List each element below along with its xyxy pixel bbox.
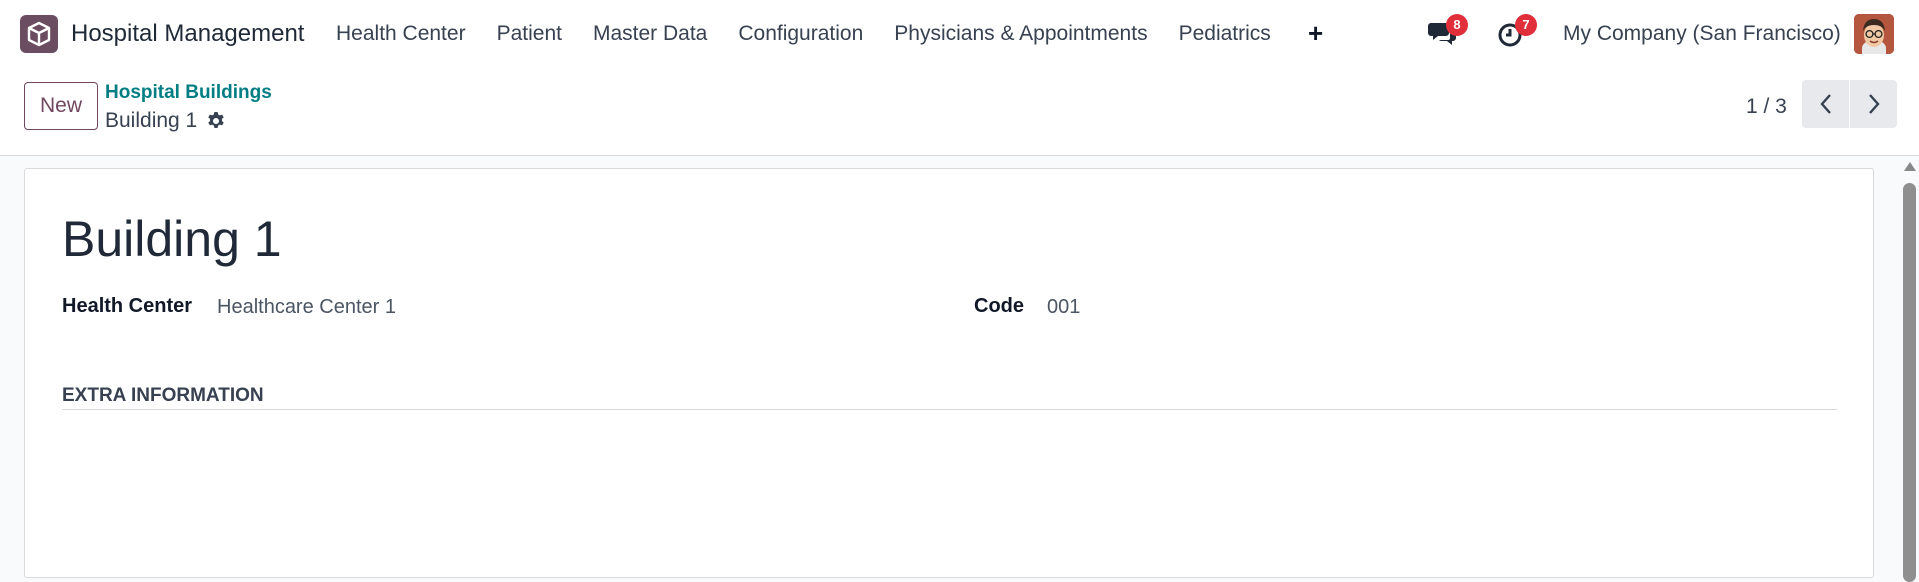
gear-icon[interactable]: [206, 111, 226, 131]
activities-badge: 7: [1515, 14, 1537, 36]
pager-previous-button[interactable]: [1802, 80, 1849, 128]
pager-value: 1 / 3: [1746, 95, 1787, 118]
avatar[interactable]: [1854, 14, 1894, 54]
app-name[interactable]: Hospital Management: [71, 20, 304, 48]
messages-button[interactable]: 8: [1428, 14, 1468, 50]
pager-next-button[interactable]: [1850, 80, 1897, 128]
activities-button[interactable]: 7: [1497, 14, 1537, 50]
form-sheet: Building 1 Health Center Healthcare Cent…: [24, 168, 1874, 578]
control-panel: New Hospital Buildings Building 1 1 / 3: [0, 68, 1919, 156]
chevron-right-icon: [1868, 94, 1880, 114]
extra-information-heading: EXTRA INFORMATION: [62, 385, 264, 406]
breadcrumb-current-record: Building 1: [105, 109, 198, 132]
menu-item-pediatrics[interactable]: Pediatrics: [1179, 20, 1271, 48]
new-button[interactable]: New: [24, 82, 98, 130]
plus-icon[interactable]: +: [1308, 20, 1323, 46]
company-switcher[interactable]: My Company (San Francisco): [1563, 21, 1841, 47]
menu-item-health-center[interactable]: Health Center: [336, 20, 466, 48]
cube-icon: [27, 21, 51, 47]
code-field[interactable]: 001: [1047, 294, 1080, 320]
chevron-left-icon: [1819, 94, 1831, 114]
top-navbar: Hospital Management Health Center Patien…: [0, 0, 1919, 68]
code-label: Code: [974, 295, 1024, 317]
menu-item-configuration[interactable]: Configuration: [738, 20, 863, 48]
main-menu: Health Center Patient Master Data Config…: [336, 20, 1302, 48]
section-divider: [62, 409, 1837, 410]
scroll-up-arrow-icon[interactable]: [1904, 162, 1916, 171]
menu-item-patient[interactable]: Patient: [497, 20, 562, 48]
breadcrumb-hospital-buildings[interactable]: Hospital Buildings: [105, 81, 272, 105]
user-avatar-icon: [1854, 14, 1894, 54]
menu-item-physicians-appointments[interactable]: Physicians & Appointments: [894, 20, 1147, 48]
vertical-scrollbar[interactable]: [1900, 158, 1919, 582]
menu-item-master-data[interactable]: Master Data: [593, 20, 707, 48]
scrollbar-thumb[interactable]: [1903, 183, 1916, 582]
record-title[interactable]: Building 1: [62, 209, 282, 269]
health-center-label: Health Center: [62, 295, 193, 317]
app-icon[interactable]: [20, 15, 58, 53]
health-center-field[interactable]: Healthcare Center 1: [217, 294, 396, 320]
messages-badge: 8: [1446, 14, 1468, 36]
